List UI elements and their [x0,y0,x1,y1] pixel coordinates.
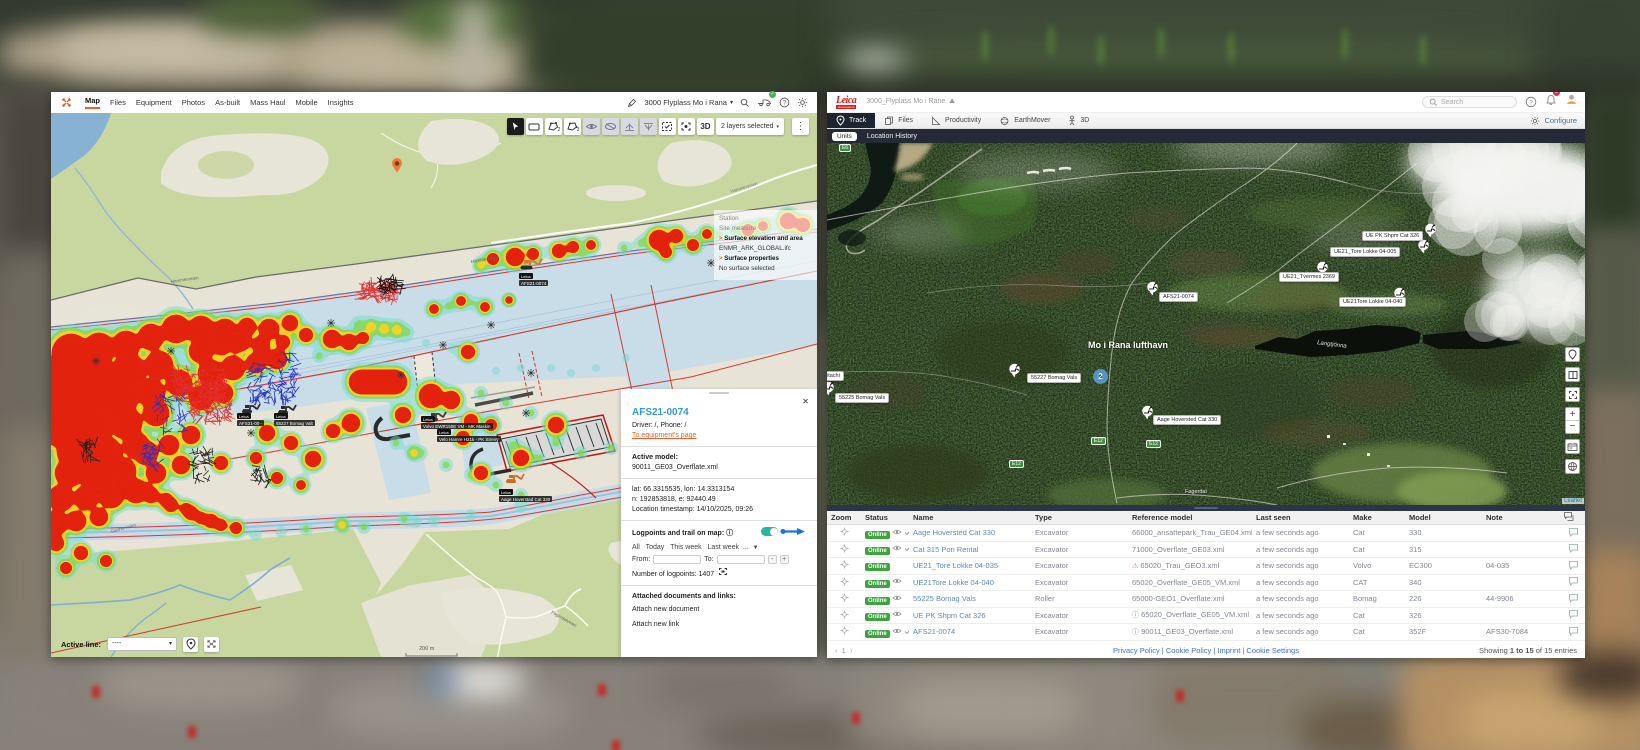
svg-text:?: ? [1529,100,1533,106]
svg-text:?: ? [783,101,787,107]
svg-text:200 m: 200 m [419,646,435,652]
svg-text:III: III [1570,446,1573,450]
